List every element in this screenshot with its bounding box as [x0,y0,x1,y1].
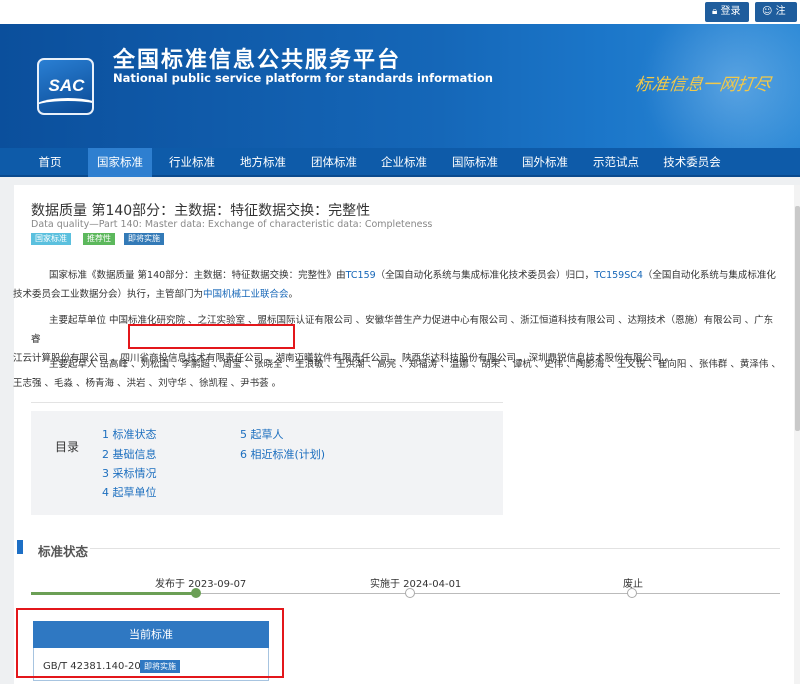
drafters-line1: 主要起草人 岳高峰 、刘松国 、李鹏超 、周莹 、张晓全 、王浪敏 、王洪潮 、… [49,359,781,370]
logo-swoosh [39,98,92,113]
nav-pilot-demo[interactable]: 示范试点 [584,148,648,177]
status-heading: 标准状态 [38,544,89,559]
timeline-dot-abolished [627,588,637,598]
nav-international-standards[interactable]: 国际标准 [443,148,507,177]
nav-national-standards[interactable]: 国家标准 [88,148,152,177]
intro-text-5: 。 [288,289,299,300]
tag-upcoming: 即将实施 [124,233,164,245]
site-subtitle: National public service platform for sta… [113,71,493,85]
toc-item-drafting-units[interactable]: 4 起草单位 [102,484,157,500]
toc-item-related[interactable]: 6 相近标准(计划) [240,446,325,462]
timeline-dot-implemented [405,588,415,598]
nav-industry-standards[interactable]: 行业标准 [160,148,224,177]
standard-title: 数据质量 第140部分：主数据：特征数据交换：完整性 [31,203,371,219]
toc-heading: 目录 [55,440,80,454]
intro-text-3: （全国自动化系统与集成标准化 [642,270,776,281]
highlight-box-unit [128,324,295,349]
nav-enterprise-standards[interactable]: 企业标准 [372,148,436,177]
toc-item-adoption[interactable]: 3 采标情况 [102,465,157,481]
logo-text: SAC [48,76,85,95]
tag-national-standard: 国家标准 [31,233,71,245]
intro-text-4: 技术委员会工业数据分会）执行，主管部门为 [13,289,204,300]
lock-icon: 🔒︎ [712,6,718,17]
register-button[interactable]: ☺︎ 注册 [755,2,797,37]
nav-home[interactable]: 首页 [20,148,80,177]
toc-item-drafters[interactable]: 5 起草人 [240,426,284,442]
section-rule [90,548,780,549]
nav-local-standards[interactable]: 地方标准 [231,148,295,177]
department-link[interactable]: 中国机械工业联合会 [203,289,289,300]
main-nav: 首页 国家标准 行业标准 地方标准 团体标准 企业标准 国际标准 国外标准 示范… [0,148,800,177]
implemented-date: 实施于 2024-04-01 [370,579,462,590]
published-date: 发布于 2023-09-07 [155,579,247,590]
toc-item-basic-info[interactable]: 2 基础信息 [102,446,157,462]
section-marker [17,540,23,554]
tag-recommended: 推荐性 [83,233,115,245]
login-button[interactable]: 🔒︎ 登录 [705,2,749,22]
standard-title-en: Data quality—Part 140: Master data: Exch… [31,219,433,230]
tc159sc4-link[interactable]: TC159SC4 [594,270,643,281]
timeline-dot-published [191,588,201,598]
drafters: 主要起草人 岳高峰 、刘松国 、李鹏超 、周莹 、张晓全 、王浪敏 、王洪潮 、… [13,355,781,393]
scrollbar-thumb[interactable] [795,206,800,431]
highlight-box-current [16,608,284,678]
intro-text-1: 国家标准《数据质量 第140部分：主数据：特征数据交换：完整性》由 [49,270,346,281]
drafters-line2: 王志强 、毛淼 、杨青海 、洪岩 、刘守华 、徐凯程 、尹书荟 。 [13,378,282,389]
toc-item-status[interactable]: 1 标准状态 [102,426,157,442]
slogan: 标准信息一网打尽 [633,75,773,95]
nav-tech-committee[interactable]: 技术委员会 [654,148,730,177]
top-utility-bar: 🔒︎ 登录 ☺︎ 注册 [0,0,800,37]
intro-text-2: （全国自动化系统与集成标准化技术委员会）归口， [375,270,595,281]
site-title: 全国标准信息公共服务平台 [113,48,402,73]
timeline-track [196,593,780,594]
timeline-progress [31,592,196,595]
intro-paragraph: 国家标准《数据质量 第140部分：主数据：特征数据交换：完整性》由TC159（全… [13,266,781,304]
divider [31,402,503,403]
login-label: 登录 [720,6,741,17]
tc159-link[interactable]: TC159 [346,270,376,281]
user-icon: ☺︎ [762,6,773,17]
sac-logo[interactable]: SAC [37,58,94,115]
nav-foreign-standards[interactable]: 国外标准 [513,148,577,177]
nav-group-standards[interactable]: 团体标准 [302,148,366,177]
